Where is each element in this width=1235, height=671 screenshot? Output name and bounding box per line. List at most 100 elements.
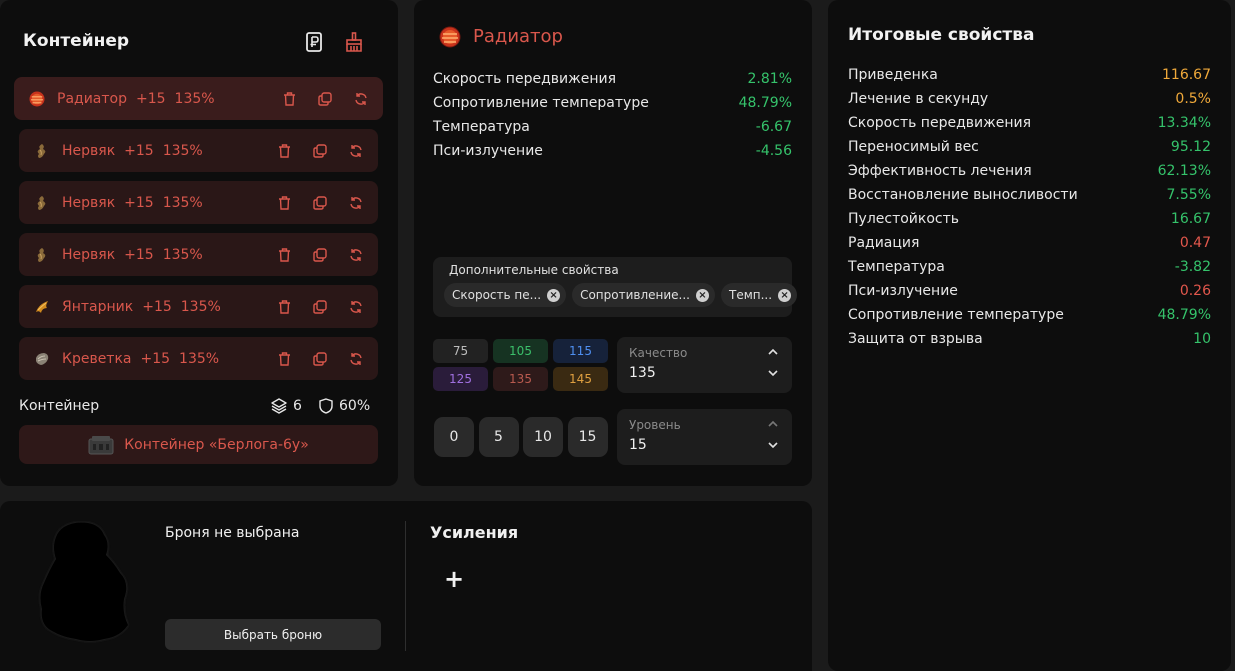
total-stat-name: Температура [848,259,945,275]
artifact-quality: 135% [174,90,215,107]
container-select-button[interactable]: Контейнер «Берлога-6у» [19,425,378,464]
artifact-quality: 135% [179,350,220,367]
artifact-quality: 135% [162,142,203,159]
chevron-down-icon[interactable] [768,369,778,380]
quality-option[interactable]: 135 [493,367,548,391]
artifact-row[interactable]: Радиатор +15 135% [14,77,383,120]
artifact-row[interactable]: Креветка +15 135% [19,337,378,380]
document-icon[interactable] [303,31,325,53]
total-stat-value: -3.82 [1174,259,1211,275]
level-option[interactable]: 10 [523,417,563,457]
chip-label: Сопротивление... [580,288,690,302]
quality-option[interactable]: 115 [553,339,608,363]
quality-value: 135 [629,365,656,381]
quality-option[interactable]: 145 [553,367,608,391]
total-stat-row: Температура -3.82 [848,255,1211,279]
total-stat-row: Радиация 0.47 [848,231,1211,255]
level-option[interactable]: 5 [478,417,519,457]
artifact-row[interactable]: Нервяк +15 135% [19,129,378,172]
artifact-actions [276,285,364,328]
total-stat-row: Пси-излучение 0.26 [848,279,1211,303]
artifact-name: Нервяк [62,142,116,159]
total-stat-name: Переносимый вес [848,139,979,155]
artifact-row[interactable]: Янтарник +15 135% [19,285,378,328]
total-stat-row: Сопротивление температуре 48.79% [848,303,1211,327]
armor-silhouette [34,521,132,643]
trash-icon[interactable] [276,195,292,211]
property-chip[interactable]: Темп... × [721,283,798,307]
copy-icon[interactable] [312,195,328,211]
trash-icon[interactable] [276,143,292,159]
refresh-icon[interactable] [348,143,364,159]
chevron-up-icon[interactable] [768,347,778,358]
close-icon[interactable]: × [696,288,709,302]
total-stat-name: Пси-излучение [848,283,958,299]
refresh-icon[interactable] [348,351,364,367]
refresh-icon[interactable] [348,299,364,315]
total-stat-value: 0.5% [1175,91,1211,107]
detail-stats: Скорость передвижения 2.81% Сопротивление … [433,67,792,167]
total-stat-value: 16.67 [1170,211,1211,227]
trash-icon[interactable] [276,299,292,315]
copy-icon[interactable] [312,351,328,367]
total-stat-name: Радиация [848,235,920,251]
refresh-icon[interactable] [348,247,364,263]
clear-broom-icon[interactable] [343,31,365,53]
refresh-icon[interactable] [353,91,369,107]
refresh-icon[interactable] [348,195,364,211]
radiator-icon [28,90,46,108]
extra-properties-box: Дополнительные свойства Скорость пе... × С… [433,257,798,317]
stat-row: Сопротивление температуре 48.79% [433,91,792,115]
copy-icon[interactable] [312,299,328,315]
stat-name: Пси-излучение [433,143,543,159]
nervyak-icon [33,142,51,160]
copy-icon[interactable] [312,247,328,263]
trash-icon[interactable] [276,351,292,367]
chip-label: Скорость пе... [452,288,542,302]
chevron-up-icon[interactable] [768,419,778,430]
divider [405,521,406,651]
level-option[interactable]: 15 [567,417,608,457]
level-label: Уровень [629,418,681,432]
trash-icon[interactable] [281,91,297,107]
select-armor-button[interactable]: Выбрать броню [165,619,381,650]
total-stat-name: Лечение в секунду [848,91,989,107]
stat-value: -4.56 [755,143,792,159]
copy-icon[interactable] [317,91,333,107]
total-stat-value: 13.34% [1157,115,1211,131]
artifact-detail-panel: Радиатор Скорость передвижения 2.81% Сопро… [414,0,812,486]
artifact-actions [276,181,364,224]
level-select[interactable]: Уровень 15 [617,409,792,465]
artifact-level: +15 [124,194,154,211]
total-stat-row: Приведенка 116.67 [848,63,1211,87]
trash-icon[interactable] [276,247,292,263]
property-chip[interactable]: Скорость пе... × [444,283,567,307]
stat-value: 2.81% [747,71,792,87]
property-chip[interactable]: Сопротивление... × [572,283,715,307]
artifact-row[interactable]: Нервяк +15 135% [19,233,378,276]
artifact-quality: 135% [162,246,203,263]
stat-name: Сопротивление температуре [433,95,649,111]
level-option[interactable]: 0 [434,417,474,457]
add-boost-button[interactable]: + [440,565,468,593]
total-stat-value: 0.26 [1179,283,1211,299]
radiator-icon [438,25,462,49]
close-icon[interactable]: × [778,288,792,302]
artifact-row[interactable]: Нервяк +15 135% [19,181,378,224]
chevron-down-icon[interactable] [768,441,778,452]
quality-option[interactable]: 75 [433,339,488,363]
quality-option[interactable]: 105 [493,339,548,363]
quality-select[interactable]: Качество 135 [617,337,792,393]
total-stat-value: 7.55% [1166,187,1211,203]
total-stat-name: Приведенка [848,67,938,83]
quality-option[interactable]: 125 [433,367,488,391]
close-icon[interactable]: × [547,288,561,302]
total-stat-name: Эффективность лечения [848,163,1032,179]
copy-icon[interactable] [312,143,328,159]
protection-indicator: 60% [319,398,370,414]
stat-row: Скорость передвижения 2.81% [433,67,792,91]
total-stat-name: Скорость передвижения [848,115,1031,131]
total-stat-name: Сопротивление температуре [848,307,1064,323]
container-panel: Контейнер Радиатор +15 135% Нервяк +15 135% Не… [0,0,398,486]
total-stat-value: 95.12 [1170,139,1211,155]
